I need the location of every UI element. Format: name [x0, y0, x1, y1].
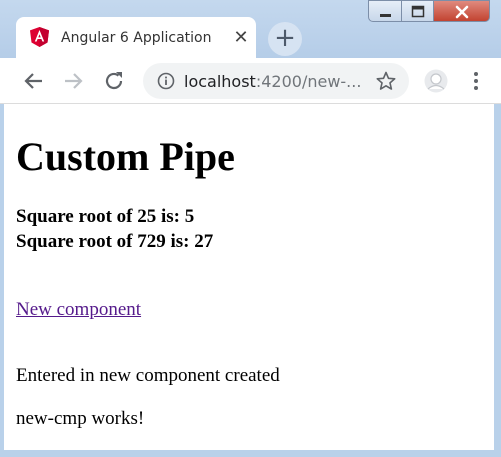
window-close-button[interactable]	[433, 0, 490, 22]
maximize-icon	[411, 5, 425, 18]
reload-icon[interactable]	[102, 69, 126, 93]
new-component-link[interactable]: New component	[16, 299, 141, 321]
window-right-edge	[494, 104, 501, 457]
url-host: localhost	[184, 72, 256, 91]
minimize-button[interactable]	[368, 0, 402, 22]
page-content: Custom Pipe Square root of 25 is: 5 Squa…	[4, 104, 494, 450]
new-tab-button[interactable]: +	[268, 22, 302, 56]
angular-icon	[30, 27, 49, 47]
browser-window: Angular 6 Application ✕ + localhost:4200…	[0, 0, 501, 457]
page-heading: Custom Pipe	[16, 134, 235, 179]
info-icon[interactable]	[157, 72, 175, 90]
profile-icon[interactable]	[424, 69, 448, 93]
star-icon[interactable]	[376, 71, 396, 91]
tab-title: Angular 6 Application	[61, 30, 212, 46]
menu-icon[interactable]	[473, 71, 479, 91]
minimize-icon	[380, 14, 391, 17]
back-arrow-icon[interactable]	[22, 69, 46, 93]
tab-angular-app[interactable]: Angular 6 Application ✕	[16, 17, 256, 58]
component-entered-text: Entered in new component created	[16, 365, 280, 386]
sqrt-result-1: Square root of 25 is: 5	[16, 206, 195, 227]
address-bar[interactable]: localhost:4200/new-...	[143, 63, 409, 99]
url-text[interactable]: localhost:4200/new-...	[184, 72, 361, 91]
maximize-button[interactable]	[401, 0, 434, 22]
sqrt-result-2: Square root of 729 is: 27	[16, 231, 214, 252]
forward-arrow-icon[interactable]	[61, 69, 85, 93]
url-path: :4200/new-...	[255, 72, 362, 91]
tab-strip: Angular 6 Application ✕ +	[0, 0, 501, 58]
new-cmp-works-text: new-cmp works!	[16, 408, 145, 429]
tab-close-icon[interactable]: ✕	[230, 26, 252, 48]
close-icon	[455, 5, 469, 19]
window-bottom-edge	[0, 450, 501, 457]
